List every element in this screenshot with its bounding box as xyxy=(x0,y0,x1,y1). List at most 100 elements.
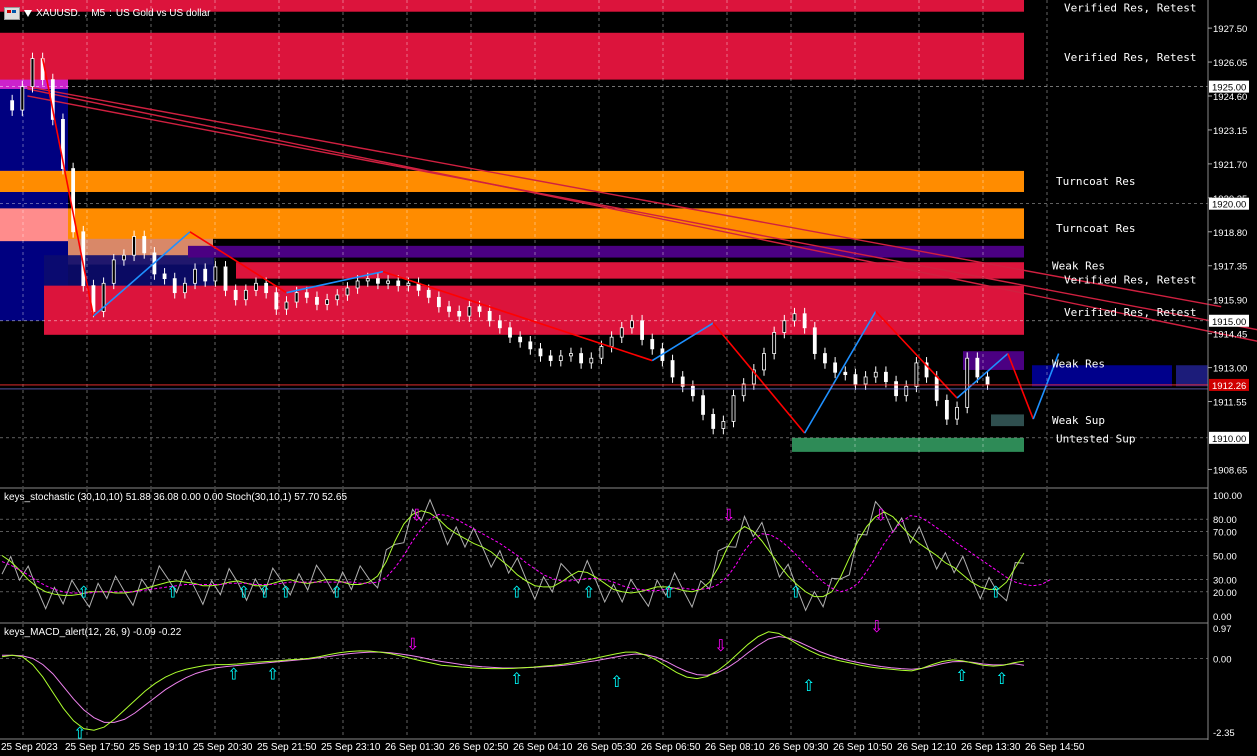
time-axis-label: 26 Sep 14:50 xyxy=(1025,742,1085,753)
price-axis-label: 1923.15 xyxy=(1213,126,1247,137)
zone-label: Turncoat Res xyxy=(1056,222,1135,235)
stoch-axis-label: 30.00 xyxy=(1213,576,1237,587)
candle-body xyxy=(254,282,258,291)
candle-body xyxy=(487,310,492,322)
zone-label: Verified Res, Retest xyxy=(1064,2,1196,15)
candle-body xyxy=(193,268,197,284)
stoch-buy-arrow-icon: ⇧ xyxy=(279,584,292,601)
price-axis-label: 1913.00 xyxy=(1213,364,1247,375)
time-axis-label: 25 Sep 2023 xyxy=(1,742,58,753)
header-separator: , xyxy=(84,7,88,19)
macd-sell-arrow-icon: ⇩ xyxy=(870,619,883,636)
macd-buy-arrow-icon: ⇧ xyxy=(227,666,240,683)
price-level-tag-label: 1925.00 xyxy=(1212,83,1246,94)
zone-label: Verified Res, Retest xyxy=(1064,306,1196,319)
candle-body xyxy=(447,306,451,312)
candle-body xyxy=(955,406,959,420)
candle-body xyxy=(284,301,289,310)
header-colon: : xyxy=(109,7,112,19)
macd-sell-arrow-icon: ⇩ xyxy=(714,638,727,655)
stoch-sell-arrow-icon: ⇩ xyxy=(722,507,735,524)
zone-weak-sup xyxy=(991,414,1024,427)
candle-body xyxy=(579,353,584,364)
time-axis-label: 26 Sep 08:10 xyxy=(705,742,765,753)
candle-body xyxy=(497,320,502,329)
candle-body xyxy=(508,327,512,338)
price-axis-label: 1918.80 xyxy=(1213,228,1247,239)
candle-body xyxy=(630,320,634,329)
stoch-axis-label: 80.00 xyxy=(1213,515,1237,526)
header-timeframe: M5 xyxy=(91,7,106,19)
candle-body xyxy=(30,58,35,88)
candle-body xyxy=(589,357,594,364)
left-zone-salmon xyxy=(0,208,68,242)
candle-body xyxy=(396,280,401,287)
candle-body xyxy=(670,360,675,378)
price-level-tag-label: 1910.00 xyxy=(1212,434,1246,445)
price-axis-label: 1915.90 xyxy=(1213,296,1247,307)
stoch-axis-label: 100.00 xyxy=(1213,491,1242,502)
candle-body xyxy=(802,313,807,329)
candle-body xyxy=(609,336,614,347)
price-axis-label: 1914.45 xyxy=(1213,330,1247,341)
stoch-buy-arrow-icon: ⇧ xyxy=(582,584,595,601)
price-axis-label: 1917.35 xyxy=(1213,262,1247,273)
chart-header: XAUUSD. , M5 : US Gold vs US dollar xyxy=(4,5,210,21)
trading-chart[interactable]: ⇧ ⇧ ⇧ ⇧ ⇧ ⇧ ⇧ ⇧ ⇧ ⇧ ⇧ ⇩ ⇩ ⇩ ⇧ ⇧ ⇧ ⇧ ⇧ ⇧ ⇧ ⇧ ⇩ ⇩ ⇩ 25 Sep 2023 25… xyxy=(0,0,1257,756)
macd-buy-arrow-icon: ⇧ xyxy=(510,671,523,688)
candle-body xyxy=(365,278,370,282)
stoch-buy-arrow-icon: ⇧ xyxy=(662,584,675,601)
zone-turncoat-res xyxy=(68,208,1024,239)
candle-body xyxy=(528,341,533,350)
time-axis-label: 26 Sep 10:50 xyxy=(833,742,893,753)
time-axis-label: 25 Sep 21:50 xyxy=(257,742,317,753)
time-axis-label: 25 Sep 17:50 xyxy=(65,742,125,753)
time-axis-label: 26 Sep 05:30 xyxy=(577,742,637,753)
candle-body xyxy=(782,320,787,333)
macd-buy-arrow-icon: ⇧ xyxy=(995,671,1008,688)
macd-buy-arrow-icon: ⇧ xyxy=(610,674,623,691)
candle-body xyxy=(833,362,838,373)
time-axis-label: 25 Sep 20:30 xyxy=(193,742,253,753)
stoch-sell-arrow-icon: ⇩ xyxy=(410,507,423,524)
candle-body xyxy=(904,385,909,397)
zone-verified-res xyxy=(236,262,1024,279)
macd-sell-arrow-icon: ⇩ xyxy=(406,636,419,653)
stoch-buy-arrow-icon: ⇧ xyxy=(330,584,343,601)
candle-body xyxy=(477,306,482,312)
stoch-buy-arrow-icon: ⇧ xyxy=(166,584,179,601)
candle-body xyxy=(274,292,279,310)
macd-buy-arrow-icon: ⇧ xyxy=(73,726,86,743)
candle-body xyxy=(843,371,848,376)
candle-body xyxy=(812,327,817,354)
candle-body xyxy=(223,266,228,291)
candle-body xyxy=(132,236,136,256)
candle-body xyxy=(944,399,949,420)
price-axis-label: 1927.50 xyxy=(1213,24,1247,35)
candle-body xyxy=(325,299,330,305)
stoch-axis-label: 50.00 xyxy=(1213,552,1237,563)
candle-body xyxy=(853,374,858,385)
price-axis-label: 1911.55 xyxy=(1213,398,1247,409)
stoch-axis-label: 0.00 xyxy=(1213,612,1232,623)
time-axis-label: 26 Sep 12:10 xyxy=(897,742,957,753)
chart-window-icon[interactable] xyxy=(4,6,20,20)
candle-body xyxy=(914,362,919,387)
candle-body xyxy=(376,278,380,284)
candle-body xyxy=(426,289,431,298)
candle-body xyxy=(213,266,218,282)
candle-body xyxy=(457,310,462,317)
stoch-buy-arrow-icon: ⇧ xyxy=(510,584,523,601)
price-axis-label: 1908.65 xyxy=(1213,465,1247,476)
price-axis-label: 1921.70 xyxy=(1213,160,1247,171)
candle-body xyxy=(345,287,350,296)
stoch-label: keys_stochastic (30,10,10) 51.88 36.08 0… xyxy=(4,492,347,503)
dropdown-triangle-icon[interactable] xyxy=(24,9,32,17)
time-axis-label: 26 Sep 02:50 xyxy=(449,742,509,753)
time-axis-label: 25 Sep 23:10 xyxy=(321,742,381,753)
macd-axis-label: -2.35 xyxy=(1213,728,1235,739)
price-level-tag-label: 1915.00 xyxy=(1212,317,1246,328)
candle-body xyxy=(619,327,624,338)
macd-axis-label: 0.00 xyxy=(1213,654,1232,665)
zone-untested-sup xyxy=(792,437,1024,452)
